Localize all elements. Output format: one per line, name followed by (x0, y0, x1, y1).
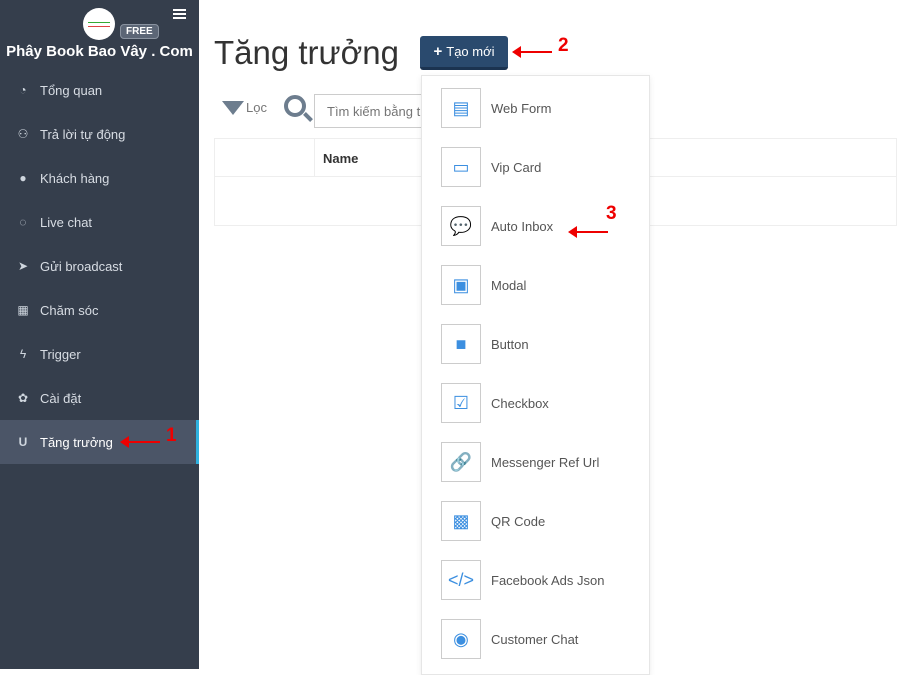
menu-item-vip-card[interactable]: ▭ Vip Card (441, 147, 541, 187)
menu-item-label: Messenger Ref Url (491, 454, 600, 470)
create-new-button[interactable]: + Tạo mới (420, 36, 508, 70)
column-header-name[interactable]: Name (315, 139, 366, 176)
search-icon[interactable] (284, 95, 306, 117)
filter-label: Lọc (246, 100, 267, 115)
brand-name: Phây Book Bao Vây . Com (6, 43, 193, 60)
menu-item-label: Vip Card (491, 159, 542, 175)
menu-item-label: Button (491, 336, 529, 352)
annotation-arrow (568, 226, 608, 238)
qr-code-icon: ▩ (441, 501, 481, 541)
sidebar-item-broadcast[interactable]: ➤ Gửi broadcast (0, 244, 199, 288)
sidebar-item-label: Tăng trưởng (40, 434, 113, 450)
magnet-icon: U (18, 435, 28, 449)
menu-item-web-form[interactable]: ▤ Web Form (441, 88, 551, 128)
menu-item-facebook-ads-json[interactable]: </> Facebook Ads Json (441, 560, 604, 600)
dashboard-icon: ◔ (19, 83, 27, 97)
checkbox-icon: ☑ (441, 383, 481, 423)
bolt-icon: ϟ (19, 347, 27, 361)
create-dropdown-menu: ▤ Web Form ▭ Vip Card 💬 Auto Inbox ▣ Modal ■ Butt… (421, 75, 650, 675)
menu-toggle-icon[interactable] (173, 9, 186, 19)
free-badge: FREE (120, 24, 159, 39)
annotation-arrow (120, 436, 160, 448)
sidebar-item-label: Live chat (40, 214, 93, 230)
menu-item-label: Checkbox (491, 395, 549, 411)
web-form-icon: ▤ (441, 88, 481, 128)
menu-item-label: Facebook Ads Json (491, 572, 605, 588)
sitemap-icon: ⚇ (17, 127, 29, 141)
sidebar-item-auto-reply[interactable]: ⚇ Trả lời tự động (0, 112, 199, 156)
menu-item-label: Web Form (491, 100, 552, 116)
sidebar-item-settings[interactable]: ✿ Cài đặt (0, 376, 199, 420)
sidebar-item-care[interactable]: ▦ Chăm sóc (0, 288, 199, 332)
button-icon: ■ (441, 324, 481, 364)
annotation-number: 1 (166, 425, 177, 446)
filter-button[interactable]: Lọc (222, 100, 267, 115)
sidebar-item-label: Chăm sóc (40, 302, 99, 318)
column-header-select (215, 139, 315, 176)
sidebar-item-customers[interactable]: ● Khách hàng (0, 156, 199, 200)
filter-icon (222, 100, 244, 115)
user-icon: ● (19, 171, 27, 185)
gear-icon: ✿ (17, 391, 29, 405)
page-title: Tăng trưởng (214, 34, 399, 71)
annotation-arrow (512, 46, 552, 58)
search-input[interactable] (314, 94, 434, 128)
sidebar-item-label: Trả lời tự động (40, 126, 126, 142)
menu-item-checkbox[interactable]: ☑ Checkbox (441, 383, 549, 423)
sidebar-item-live-chat[interactable]: ◌ Live chat (0, 200, 199, 244)
create-label: Tạo mới (446, 44, 495, 59)
logo (83, 8, 115, 40)
annotation-number: 3 (606, 203, 617, 224)
menu-item-label: Auto Inbox (491, 218, 554, 234)
plus-icon: + (433, 43, 443, 60)
menu-item-messenger-ref-url[interactable]: 🔗 Messenger Ref Url (441, 442, 599, 482)
customer-chat-icon: ◉ (441, 619, 481, 659)
sidebar: FREE Phây Book Bao Vây . Com ◔ Tổng quan … (0, 0, 199, 669)
sidebar-item-trigger[interactable]: ϟ Trigger (0, 332, 199, 376)
menu-item-label: Modal (491, 277, 527, 293)
menu-item-label: QR Code (491, 513, 546, 529)
sidebar-item-label: Khách hàng (40, 170, 110, 186)
calendar-icon: ▦ (17, 303, 29, 317)
sidebar-item-label: Gửi broadcast (40, 258, 123, 274)
sidebar-item-label: Cài đặt (40, 390, 82, 406)
sidebar-item-label: Trigger (40, 346, 81, 362)
menu-item-label: Customer Chat (491, 631, 579, 647)
menu-item-qr-code[interactable]: ▩ QR Code (441, 501, 545, 541)
modal-icon: ▣ (441, 265, 481, 305)
menu-item-button[interactable]: ■ Button (441, 324, 529, 364)
sidebar-item-overview[interactable]: ◔ Tổng quan (0, 68, 199, 112)
messenger-ref-url-icon: 🔗 (441, 442, 481, 482)
chat-icon: ◌ (19, 215, 27, 229)
menu-item-customer-chat[interactable]: ◉ Customer Chat (441, 619, 578, 659)
menu-item-auto-inbox[interactable]: 💬 Auto Inbox (441, 206, 553, 246)
menu-item-modal[interactable]: ▣ Modal (441, 265, 526, 305)
auto-inbox-icon: 💬 (441, 206, 481, 246)
annotation-number: 2 (558, 35, 569, 56)
vip-card-icon: ▭ (441, 147, 481, 187)
sidebar-nav: ◔ Tổng quan ⚇ Trả lời tự động ● Khách hàng … (0, 68, 199, 464)
paper-plane-icon: ➤ (17, 259, 29, 273)
sidebar-item-label: Tổng quan (40, 82, 103, 98)
facebook-ads-json-icon: </> (441, 560, 481, 600)
